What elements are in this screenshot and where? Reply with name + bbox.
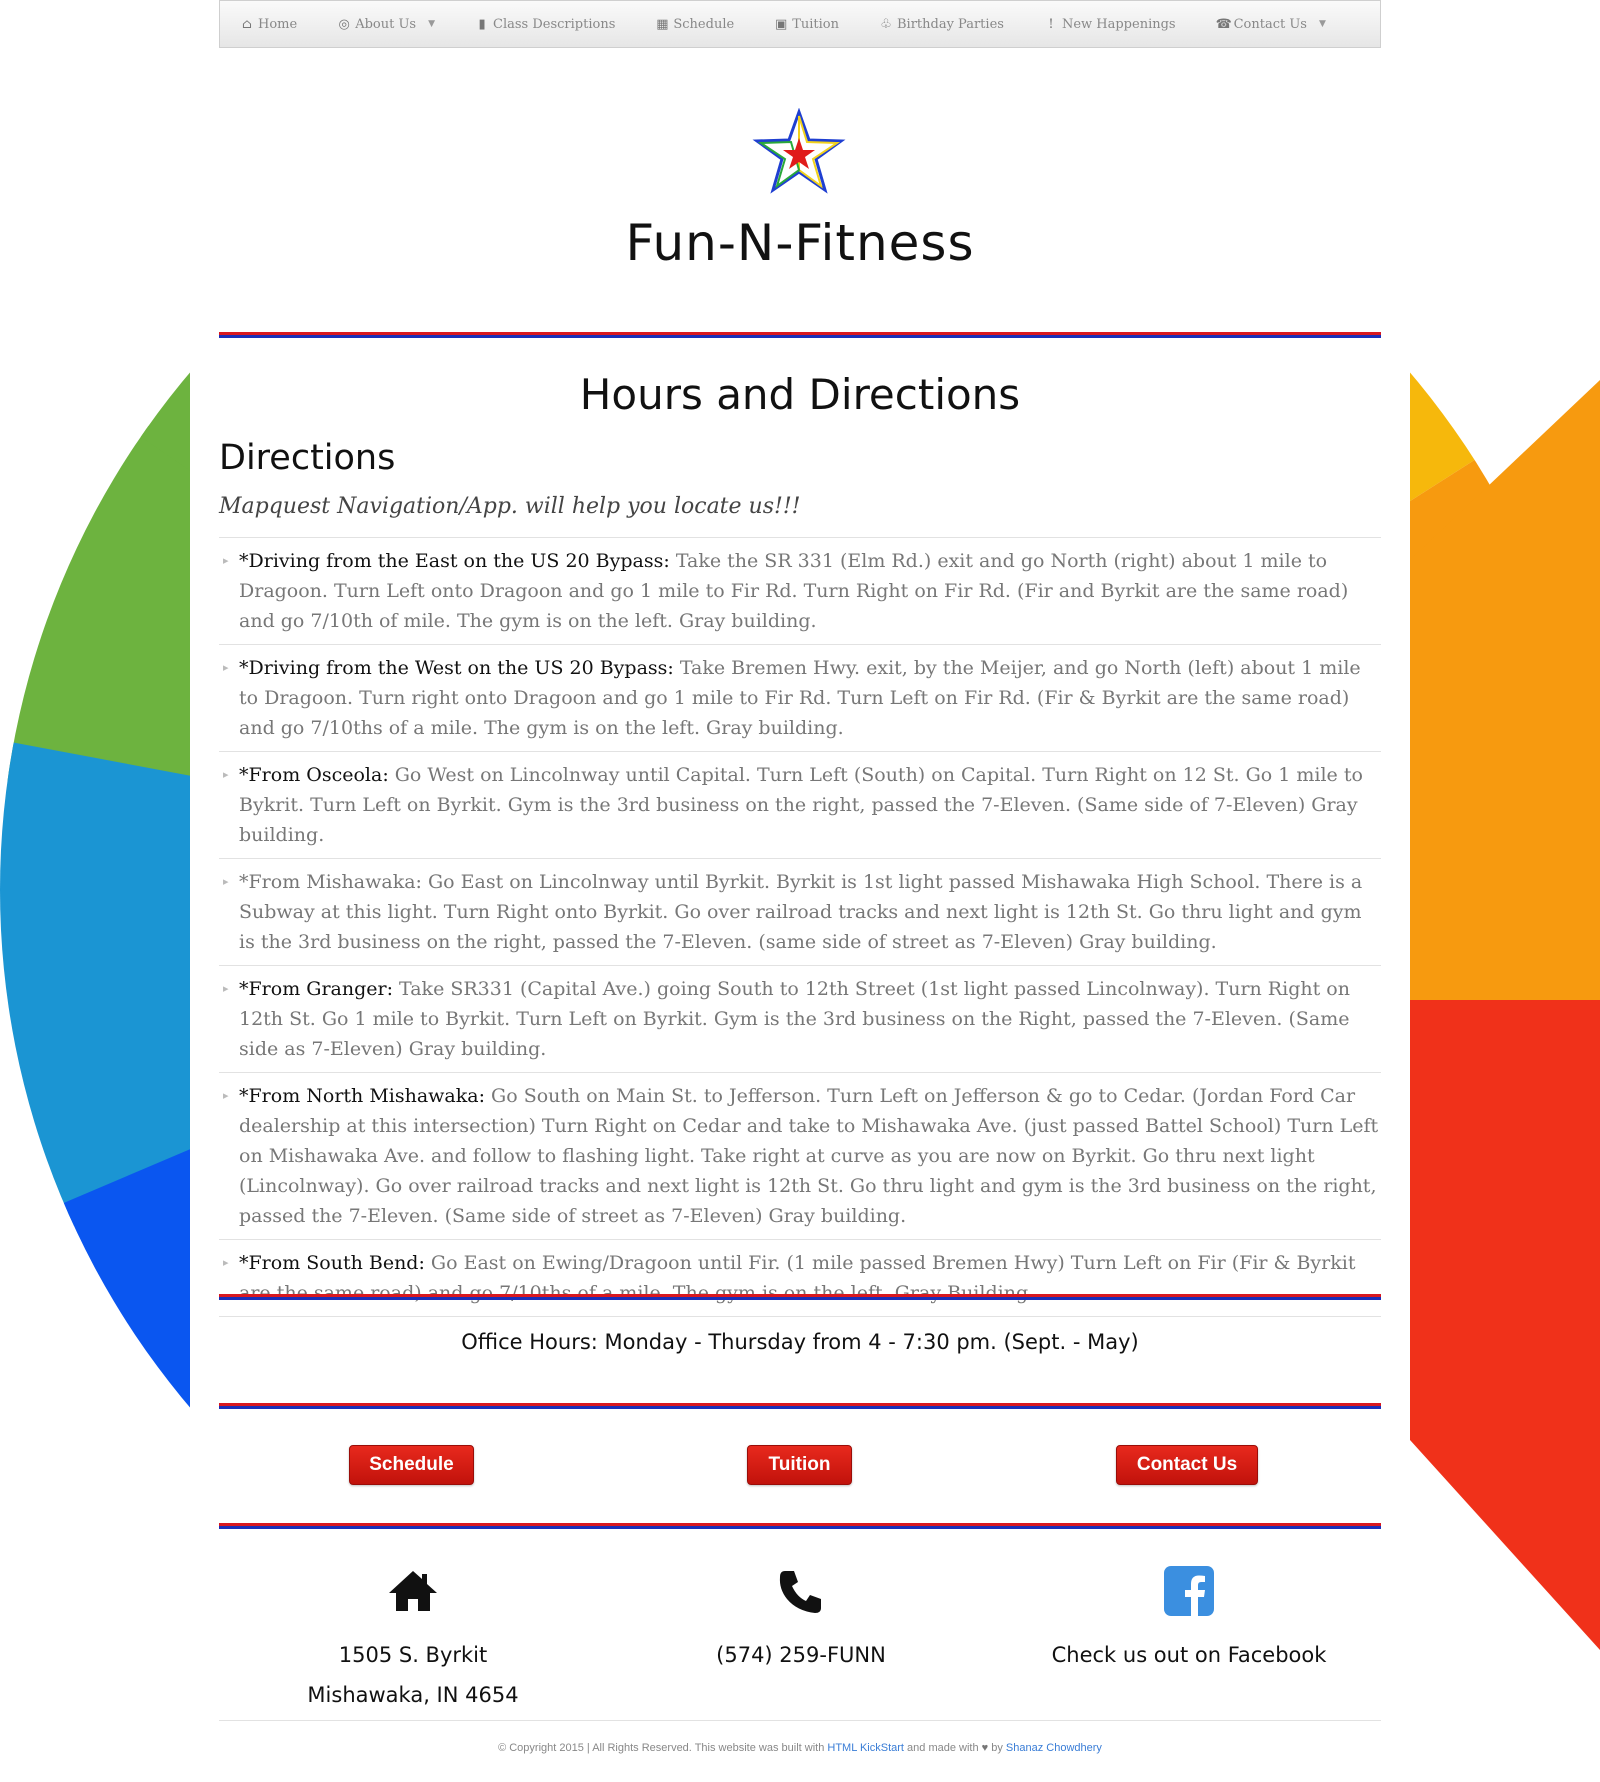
office-hours: Office Hours: Monday - Thursday from 4 -…	[461, 1330, 1139, 1354]
top-navbar: ⌂ Home ◎ About Us ▼ ▮ Class Descriptions ▦ Sched…	[219, 0, 1381, 48]
money-icon: ▣	[775, 16, 788, 32]
section-heading-directions: Directions	[219, 438, 396, 478]
mapquest-tagline: Mapquest Navigation/App. will help you l…	[219, 494, 801, 519]
list-item: *From South Bend: Go East on Ewing/Drago…	[219, 1240, 1381, 1317]
target-icon: ◎	[338, 16, 350, 32]
nav-label: Birthday Parties	[896, 16, 1004, 32]
direction-origin: *Driving from the West on the US 20 Bypa…	[239, 657, 674, 679]
direction-origin: *From Granger:	[239, 978, 393, 1000]
direction-origin: *From Osceola:	[239, 764, 389, 786]
book-icon: ▮	[478, 16, 486, 32]
home-icon	[219, 1565, 607, 1617]
schedule-button[interactable]: Schedule	[349, 1445, 474, 1485]
footer-divider	[219, 1720, 1381, 1721]
address-line-1: 1505 S. Byrkit	[338, 1643, 488, 1667]
footer-by: by	[988, 1742, 1006, 1754]
phone-icon: ☎	[1215, 16, 1232, 32]
nav-item-schedule[interactable]: ▦ Schedule	[635, 1, 754, 47]
html-kickstart-link[interactable]: HTML KickStart	[827, 1742, 904, 1754]
list-item: *Driving from the West on the US 20 Bypa…	[219, 645, 1381, 752]
direction-origin: *Driving from the East on the US 20 Bypa…	[239, 550, 670, 572]
divider	[219, 1523, 1381, 1529]
star-logo-icon	[752, 108, 846, 194]
site-title: Fun-N-Fitness	[625, 214, 975, 272]
chevron-down-icon: ▼	[428, 19, 436, 29]
nav-item-about-us[interactable]: ◎ About Us ▼	[317, 1, 455, 47]
nav-item-tuition[interactable]: ▣ Tuition	[754, 1, 859, 47]
nav-item-home[interactable]: ⌂ Home	[220, 1, 317, 47]
tuition-button[interactable]: Tuition	[747, 1445, 852, 1485]
facebook-block[interactable]: Check us out on Facebook	[995, 1565, 1383, 1675]
footer-copyright: © Copyright 2015 | All Rights Reserved. …	[219, 1742, 1381, 1754]
facebook-icon[interactable]	[995, 1565, 1383, 1617]
divider	[219, 332, 1381, 338]
nav-item-contact-us[interactable]: ☎ Contact Us ▼	[1196, 1, 1346, 47]
home-icon: ⌂	[242, 16, 252, 32]
list-item: *From Mishawaka: Go East on Lincolnway u…	[219, 859, 1381, 966]
chevron-down-icon: ▼	[1318, 19, 1326, 29]
nav-label: New Happenings	[1061, 16, 1176, 32]
page-container: ⌂ Home ◎ About Us ▼ ▮ Class Descriptions ▦ Sched…	[190, 0, 1410, 1782]
footer-middle: and made with	[903, 1742, 982, 1754]
phone-number: (574) 259-FUNN	[716, 1643, 886, 1667]
list-item: *From Granger: Take SR331 (Capital Ave.)…	[219, 966, 1381, 1073]
directions-list: *Driving from the East on the US 20 Bypa…	[219, 537, 1381, 1317]
direction-text: *From Mishawaka: Go East on Lincolnway u…	[239, 871, 1363, 953]
list-item: *From North Mishawaka: Go South on Main …	[219, 1073, 1381, 1240]
exclamation-icon: !	[1048, 16, 1054, 32]
divider	[219, 1294, 1381, 1300]
footer-prefix: © Copyright 2015 | All Rights Reserved. …	[498, 1742, 828, 1754]
direction-text: Go West on Lincolnway until Capital. Tur…	[239, 764, 1363, 846]
nav-item-birthday-parties[interactable]: ♧ Birthday Parties	[859, 1, 1024, 47]
address-line-2: Mishawaka, IN 4654	[307, 1683, 519, 1707]
nav-label: Contact Us	[1233, 16, 1307, 32]
nav-label: Class Descriptions	[493, 16, 616, 32]
nav-label: About Us	[355, 16, 417, 32]
direction-text: Take SR331 (Capital Ave.) going South to…	[239, 978, 1350, 1060]
phone-icon	[607, 1565, 995, 1617]
page-heading: Hours and Directions	[579, 370, 1021, 419]
phone-block: (574) 259-FUNN	[607, 1565, 995, 1675]
address-block: 1505 S. Byrkit Mishawaka, IN 4654	[219, 1565, 607, 1715]
direction-origin: *From South Bend:	[239, 1252, 425, 1274]
list-item: *From Osceola: Go West on Lincolnway unt…	[219, 752, 1381, 859]
direction-origin: *From North Mishawaka:	[239, 1085, 485, 1107]
nav-item-class-descriptions[interactable]: ▮ Class Descriptions	[455, 1, 635, 47]
author-link[interactable]: Shanaz Chowdhery	[1006, 1742, 1102, 1754]
calendar-icon: ▦	[656, 16, 669, 32]
contact-us-button[interactable]: Contact Us	[1116, 1445, 1258, 1485]
divider	[219, 1403, 1381, 1409]
nav-label: Home	[258, 16, 298, 32]
nav-label: Schedule	[673, 16, 735, 32]
facebook-link[interactable]: Check us out on Facebook	[995, 1635, 1383, 1675]
nav-label: Tuition	[792, 16, 839, 32]
list-item: *Driving from the East on the US 20 Bypa…	[219, 538, 1381, 645]
cake-icon: ♧	[880, 16, 892, 32]
nav-item-new-happenings[interactable]: ! New Happenings	[1024, 1, 1196, 47]
